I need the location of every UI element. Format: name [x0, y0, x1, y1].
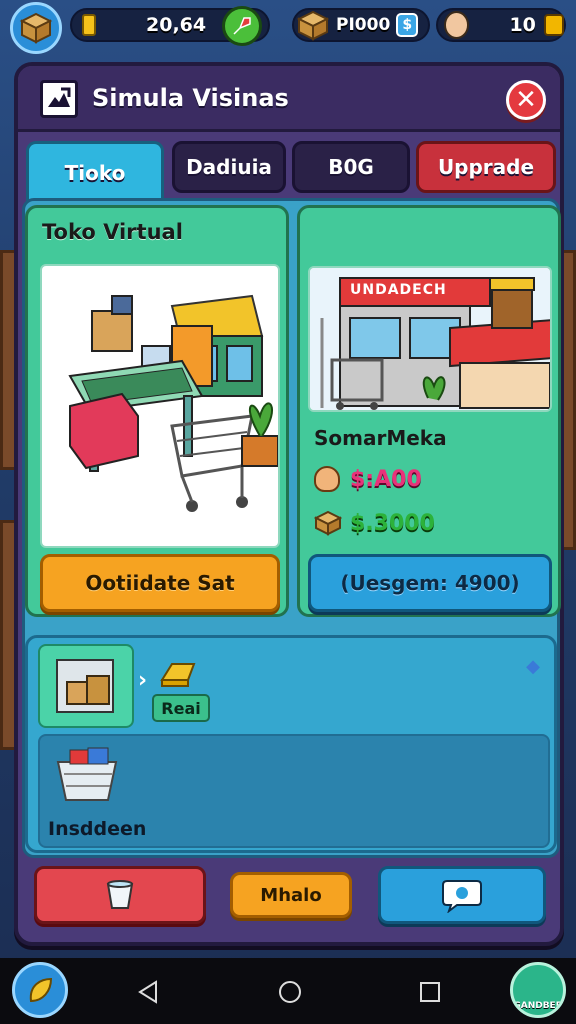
currency-pill: PI000 $ [292, 8, 430, 42]
inventory-slot[interactable]: Insddeen [38, 734, 550, 848]
crate-icon [314, 510, 342, 536]
box-icon [19, 12, 53, 44]
chat-button[interactable] [378, 866, 546, 924]
recents-square-icon [420, 982, 440, 1002]
card-title: Toko Virtual [42, 220, 183, 244]
shopping-basket-icon [56, 747, 118, 801]
store-sign: UNDADECH [350, 282, 447, 298]
gandber-label: GANDBER [513, 1001, 563, 1011]
button-label: (Uesgem: 4900) [340, 571, 520, 595]
close-button[interactable]: ✕ [506, 80, 546, 120]
store-name: SomarMeka [314, 426, 447, 450]
home-circle-icon [279, 981, 301, 1003]
back-triangle-icon [138, 980, 157, 1004]
money-bag-icon [314, 466, 340, 492]
chevron-right-icon: › [138, 668, 148, 693]
usage-button[interactable]: (Uesgem: 4900) [308, 554, 552, 612]
price-row-green: $.3000 [314, 510, 435, 536]
panel-header: Simula Visinas ✕ [18, 66, 560, 132]
price-green: $.3000 [350, 510, 435, 536]
level-badge-icon [543, 14, 564, 36]
avatar-icon[interactable] [444, 11, 470, 39]
tab-label: Dadiuia [186, 155, 272, 179]
store-logo-icon [40, 80, 78, 118]
outdate-sat-button[interactable]: Ootiidate Sat [40, 554, 280, 612]
ingot-icon [158, 658, 198, 692]
level-pill: 10 [436, 8, 566, 42]
currency-value: PI000 [336, 15, 391, 35]
mhalo-button[interactable]: Mhalo [230, 872, 352, 918]
somarmeka-card[interactable]: UNDADECH SomarMeka $:A00 $.3000 (Uesgem:… [297, 205, 561, 617]
parcel-icon [296, 10, 330, 41]
chat-bubble-icon [442, 880, 482, 913]
tab-bog[interactable]: B0G [292, 141, 410, 193]
main-panel: Simula Visinas ✕ Tioko Dadiuia B0G Uppra… [14, 62, 564, 946]
tab-dadiuia[interactable]: Dadiuia [172, 141, 286, 193]
stock-boxes-icon [56, 659, 114, 713]
gandber-button[interactable]: GANDBER [510, 962, 566, 1018]
tab-upgrade[interactable]: Upprade [416, 141, 556, 193]
tab-label: Tioko [64, 160, 126, 185]
store-equipment-illustration [68, 294, 278, 512]
tab-label: B0G [328, 155, 374, 179]
stock-slot[interactable] [38, 644, 134, 728]
system-nav-bar: GANDBER [0, 958, 576, 1024]
close-icon: ✕ [515, 85, 537, 115]
home-nav-button[interactable] [278, 980, 302, 1008]
profile-box-button[interactable] [10, 2, 62, 54]
window-title: Simula Visinas [92, 84, 289, 112]
tab-tioko[interactable]: Tioko [26, 141, 164, 201]
coin-stack-icon [82, 14, 96, 36]
inventory-section: › Reai ◆ Insddeen [25, 635, 557, 853]
leaf-icon [29, 977, 53, 1003]
button-label: Ootiidate Sat [85, 571, 235, 595]
toko-virtual-card[interactable]: Toko Virtual Ootiidate Sat [25, 205, 289, 617]
inventory-label: Insddeen [48, 818, 147, 840]
diamond-icon[interactable]: ◆ [526, 656, 540, 677]
rocket-boost-button[interactable] [222, 6, 262, 46]
cup-icon [106, 880, 134, 909]
item-tag: Reai [152, 694, 210, 722]
back-nav-button[interactable] [136, 980, 160, 1008]
tab-content-area: Toko Virtual Ootiidate Sat UNDADECH Soma… [22, 198, 561, 858]
price-pink: $:A00 [350, 466, 422, 492]
price-row-pink: $:A00 [314, 466, 422, 492]
level-value: 10 [509, 14, 536, 36]
recents-nav-button[interactable] [418, 980, 442, 1008]
button-label: Mhalo [260, 884, 322, 906]
home-game-button[interactable] [12, 962, 68, 1018]
store-illustration: UNDADECH [308, 266, 552, 412]
top-status-bar: 20,64 PI000 $ 10 [0, 0, 576, 54]
rocket-icon [233, 17, 251, 35]
cup-action-button[interactable] [34, 866, 206, 924]
coins-value: 20,64 [146, 14, 207, 36]
tab-label: Upprade [437, 155, 535, 179]
gem-icon: $ [396, 13, 419, 37]
toko-illustration [40, 264, 280, 548]
